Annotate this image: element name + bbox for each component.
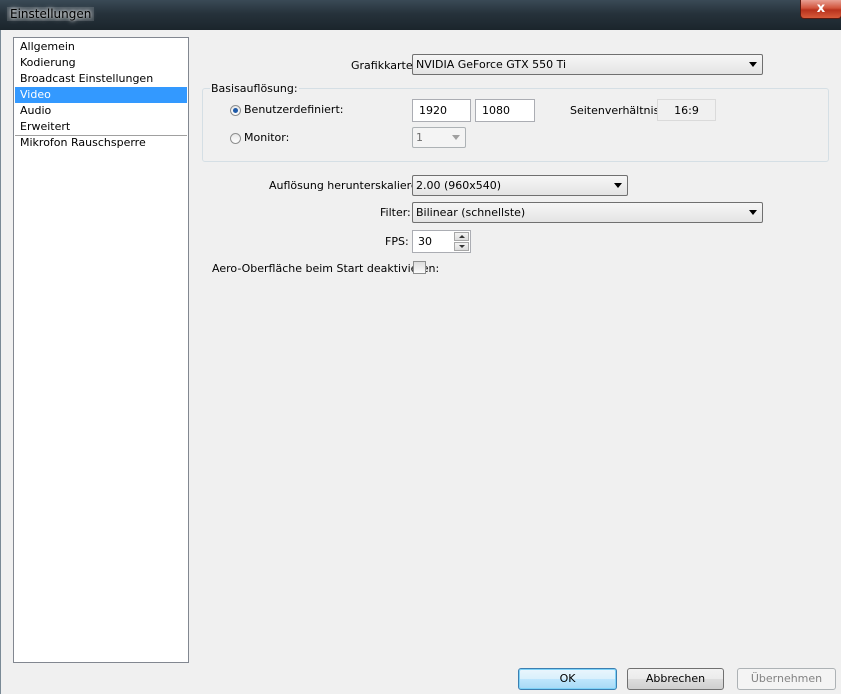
aero-disable-label: Aero-Oberfläche beim Start deaktivieren:	[212, 262, 440, 275]
monitor-radio[interactable]	[230, 133, 241, 144]
chevron-down-icon	[452, 135, 460, 140]
close-icon: x	[816, 1, 826, 16]
filter-value: Bilinear (schnellste)	[416, 206, 526, 219]
fps-label: FPS:	[385, 235, 409, 248]
arrow-down-icon[interactable]	[454, 242, 469, 251]
arrow-up-icon[interactable]	[454, 232, 469, 241]
aero-disable-checkbox[interactable]	[413, 261, 426, 274]
chevron-down-icon	[749, 210, 757, 215]
cancel-button[interactable]: Abbrechen	[627, 668, 724, 690]
fps-stepper[interactable]: 30	[412, 230, 471, 253]
chevron-down-icon	[614, 183, 622, 188]
sidebar-item-broadcast[interactable]: Broadcast Einstellungen	[15, 71, 187, 87]
filter-select[interactable]: Bilinear (schnellste)	[412, 202, 763, 223]
fps-value: 30	[418, 235, 432, 248]
sidebar-item-kodierung[interactable]: Kodierung	[15, 55, 187, 71]
filter-label: Filter:	[380, 206, 411, 219]
custom-resolution-label: Benutzerdefiniert:	[244, 103, 344, 116]
radio-selected-dot	[233, 108, 238, 113]
sidebar-item-audio[interactable]: Audio	[15, 103, 187, 119]
aspect-ratio-label: Seitenverhältnis:	[570, 104, 664, 117]
downscale-value: 2.00 (960x540)	[416, 179, 502, 192]
width-input[interactable]: 1920	[412, 99, 471, 122]
monitor-value: 1	[416, 131, 423, 144]
aspect-ratio-field: 16:9	[657, 99, 716, 121]
custom-resolution-radio[interactable]	[230, 105, 241, 116]
downscale-select[interactable]: 2.00 (960x540)	[412, 175, 628, 196]
aspect-ratio-value: 16:9	[674, 104, 699, 117]
graphics-card-label: Grafikkarte:	[351, 59, 417, 72]
ok-button[interactable]: OK	[518, 668, 617, 690]
monitor-select[interactable]: 1	[412, 127, 466, 148]
apply-button[interactable]: Übernehmen	[737, 668, 836, 690]
downscale-label: Auflösung herunterskalieren:	[269, 179, 429, 192]
height-input[interactable]: 1080	[475, 99, 535, 122]
fps-stepper-buttons	[454, 232, 469, 251]
sidebar-item-mikrofon[interactable]: Mikrofon Rauschsperre	[15, 135, 187, 151]
base-resolution-title: Basisauflösung:	[210, 82, 299, 95]
height-value: 1080	[482, 104, 510, 117]
close-button[interactable]: x	[800, 0, 841, 19]
sidebar-item-video[interactable]: Video	[15, 87, 187, 103]
title-bar[interactable]: Einstellungen x	[0, 0, 841, 30]
monitor-label: Monitor:	[244, 131, 290, 144]
settings-category-list[interactable]: Allgemein Kodierung Broadcast Einstellun…	[13, 37, 189, 663]
sidebar-item-erweitert[interactable]: Erweitert	[15, 119, 187, 135]
window-title: Einstellungen	[7, 7, 95, 21]
width-value: 1920	[419, 104, 447, 117]
chevron-down-icon	[749, 62, 757, 67]
sidebar-item-allgemein[interactable]: Allgemein	[15, 39, 187, 55]
graphics-card-select[interactable]: NVIDIA GeForce GTX 550 Ti	[412, 54, 763, 75]
settings-dialog: Allgemein Kodierung Broadcast Einstellun…	[0, 30, 841, 694]
graphics-card-value: NVIDIA GeForce GTX 550 Ti	[416, 58, 567, 71]
